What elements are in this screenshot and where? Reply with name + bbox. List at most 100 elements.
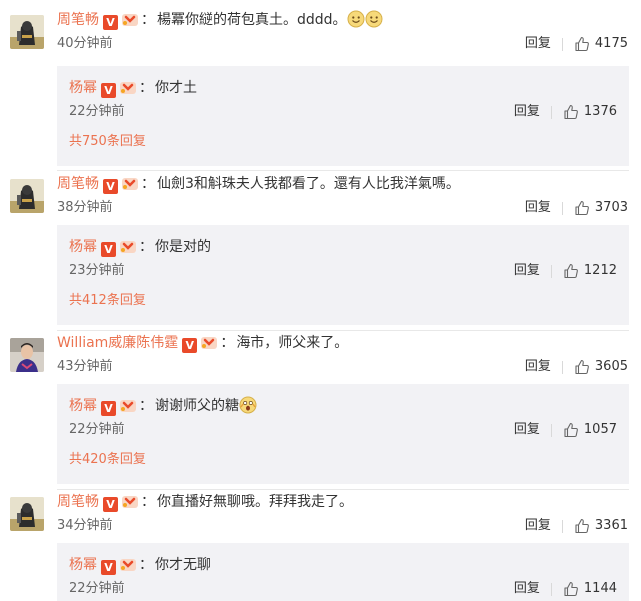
- reply-time: 22分钟前: [69, 104, 125, 119]
- more-replies-link[interactable]: 共750条回复: [69, 132, 146, 152]
- reply-time: 22分钟前: [69, 581, 125, 596]
- smile-emoji-icon: [365, 10, 383, 28]
- reply-header: 杨幂 V ：谢谢师父的糖: [69, 396, 257, 416]
- thumbs-up-icon[interactable]: [574, 359, 590, 375]
- comment-actions: 回复 3703: [525, 198, 628, 218]
- divider: [550, 423, 552, 437]
- reply-box: 杨幂 V ：你才无聊 22分钟前 回复 1144: [57, 543, 629, 601]
- comment-header: 周笔畅 V ：楊冪你縌的荷包真土。dddd。: [57, 10, 383, 30]
- comment-header: 周笔畅 V ：仙劍3和斛珠夫人我都看了。還有人比我洋氣嗎。: [57, 174, 460, 194]
- reply-box: 杨幂 V ：你是对的 23分钟前 回复 1212 共412条回复: [57, 225, 629, 325]
- reply-actions: 回复 1212: [514, 261, 617, 281]
- username[interactable]: 杨幂: [69, 80, 97, 96]
- reply-header: 杨幂 V ：你是对的: [69, 237, 211, 257]
- vip-level-icon: [119, 239, 137, 254]
- verified-badge-icon: V: [103, 179, 118, 194]
- avatar[interactable]: [10, 338, 44, 372]
- separator: ：: [220, 335, 235, 351]
- vip-level-icon: [121, 494, 139, 509]
- comment-text: 你直播好無聊哦。拜拜我走了。: [157, 494, 353, 510]
- avatar[interactable]: [10, 497, 44, 531]
- reply-button[interactable]: 回复: [514, 102, 540, 122]
- comment-text: 楊冪你縌的荷包真土。dddd。: [157, 12, 347, 28]
- reply-item: 杨幂 V ：你才土 22分钟前 回复 1376: [57, 66, 629, 126]
- comment-time: 34分钟前: [57, 518, 113, 533]
- reply-actions: 回复 1057: [514, 420, 617, 440]
- divider: [550, 264, 552, 278]
- verified-badge-icon: V: [103, 15, 118, 30]
- divider: [561, 201, 563, 215]
- divider: [550, 582, 552, 596]
- reply-button[interactable]: 回复: [514, 579, 540, 599]
- vip-level-icon: [119, 398, 137, 413]
- reply-actions: 回复 1144: [514, 579, 617, 599]
- reply-button[interactable]: 回复: [525, 516, 551, 536]
- reply-item: 杨幂 V ：谢谢师父的糖 22分钟前 回复 1057: [57, 384, 629, 444]
- reply-button[interactable]: 回复: [514, 261, 540, 281]
- thumbs-up-icon[interactable]: [574, 36, 590, 52]
- divider: [561, 37, 563, 51]
- reply-button[interactable]: 回复: [525, 34, 551, 54]
- verified-badge-icon: V: [103, 497, 118, 512]
- thumbs-up-icon[interactable]: [574, 200, 590, 216]
- separator: ：: [139, 80, 153, 96]
- vip-level-icon: [121, 176, 139, 191]
- thumbs-up-icon[interactable]: [563, 422, 579, 438]
- comment-time: 38分钟前: [57, 200, 113, 215]
- reply-time: 22分钟前: [69, 422, 125, 437]
- reply-box: 杨幂 V ：你才土 22分钟前 回复 1376 共750条回复: [57, 66, 629, 166]
- reply-header: 杨幂 V ：你才无聊: [69, 555, 211, 575]
- reply-header: 杨幂 V ：你才土: [69, 78, 197, 98]
- username[interactable]: 杨幂: [69, 398, 97, 414]
- separator: ：: [139, 557, 153, 573]
- comment-text: 仙劍3和斛珠夫人我都看了。還有人比我洋氣嗎。: [157, 176, 460, 192]
- separator: ：: [139, 239, 153, 255]
- comment-time: 40分钟前: [57, 36, 113, 51]
- thumbs-up-icon[interactable]: [563, 104, 579, 120]
- username[interactable]: 杨幂: [69, 557, 97, 573]
- comment-actions: 回复 4175: [525, 34, 628, 54]
- separator: ：: [139, 398, 153, 414]
- username[interactable]: 杨幂: [69, 239, 97, 255]
- comment-time: 43分钟前: [57, 359, 113, 374]
- smile-emoji-icon: [347, 10, 365, 28]
- username[interactable]: 周笔畅: [57, 494, 99, 510]
- like-count: 3703: [594, 200, 628, 215]
- verified-badge-icon: V: [101, 83, 116, 98]
- verified-badge-icon: V: [182, 338, 198, 353]
- reply-button[interactable]: 回复: [525, 198, 551, 218]
- username[interactable]: 周笔畅: [57, 12, 99, 28]
- thumbs-up-icon[interactable]: [574, 518, 590, 534]
- reply-text: 你才土: [155, 80, 197, 96]
- vip-level-icon: [200, 335, 218, 350]
- thumbs-up-icon[interactable]: [563, 263, 579, 279]
- like-count: 4175: [594, 36, 628, 51]
- reply-box: 杨幂 V ：谢谢师父的糖 22分钟前 回复 1057 共420条回复: [57, 384, 629, 484]
- reply-item: 杨幂 V ：你才无聊 22分钟前 回复 1144: [57, 543, 629, 601]
- vip-level-icon: [119, 557, 137, 572]
- separator: ：: [141, 12, 155, 28]
- shocked-emoji-icon: [239, 396, 257, 414]
- avatar[interactable]: [10, 179, 44, 213]
- reply-item: 杨幂 V ：你是对的 23分钟前 回复 1212: [57, 225, 629, 285]
- reply-text: 你是对的: [155, 239, 211, 255]
- reply-button[interactable]: 回复: [525, 357, 551, 377]
- more-replies-link[interactable]: 共412条回复: [69, 291, 146, 311]
- verified-badge-icon: V: [101, 560, 116, 575]
- username[interactable]: William威廉陈伟霆: [57, 335, 178, 351]
- reply-button[interactable]: 回复: [514, 420, 540, 440]
- reply-text: 谢谢师父的糖: [155, 398, 239, 414]
- thumbs-up-icon[interactable]: [563, 581, 579, 597]
- more-replies-link[interactable]: 共420条回复: [69, 450, 146, 470]
- like-count: 3605: [594, 359, 628, 374]
- verified-badge-icon: V: [101, 401, 116, 416]
- reply-text: 你才无聊: [155, 557, 211, 573]
- comment-header: 周笔畅 V ：你直播好無聊哦。拜拜我走了。: [57, 492, 353, 512]
- like-count: 1144: [583, 581, 617, 596]
- divider: [561, 519, 563, 533]
- comment-text: 海市，师父来了。: [236, 335, 349, 351]
- username[interactable]: 周笔畅: [57, 176, 99, 192]
- avatar[interactable]: [10, 15, 44, 49]
- separator: ：: [141, 494, 155, 510]
- like-count: 3361: [594, 518, 628, 533]
